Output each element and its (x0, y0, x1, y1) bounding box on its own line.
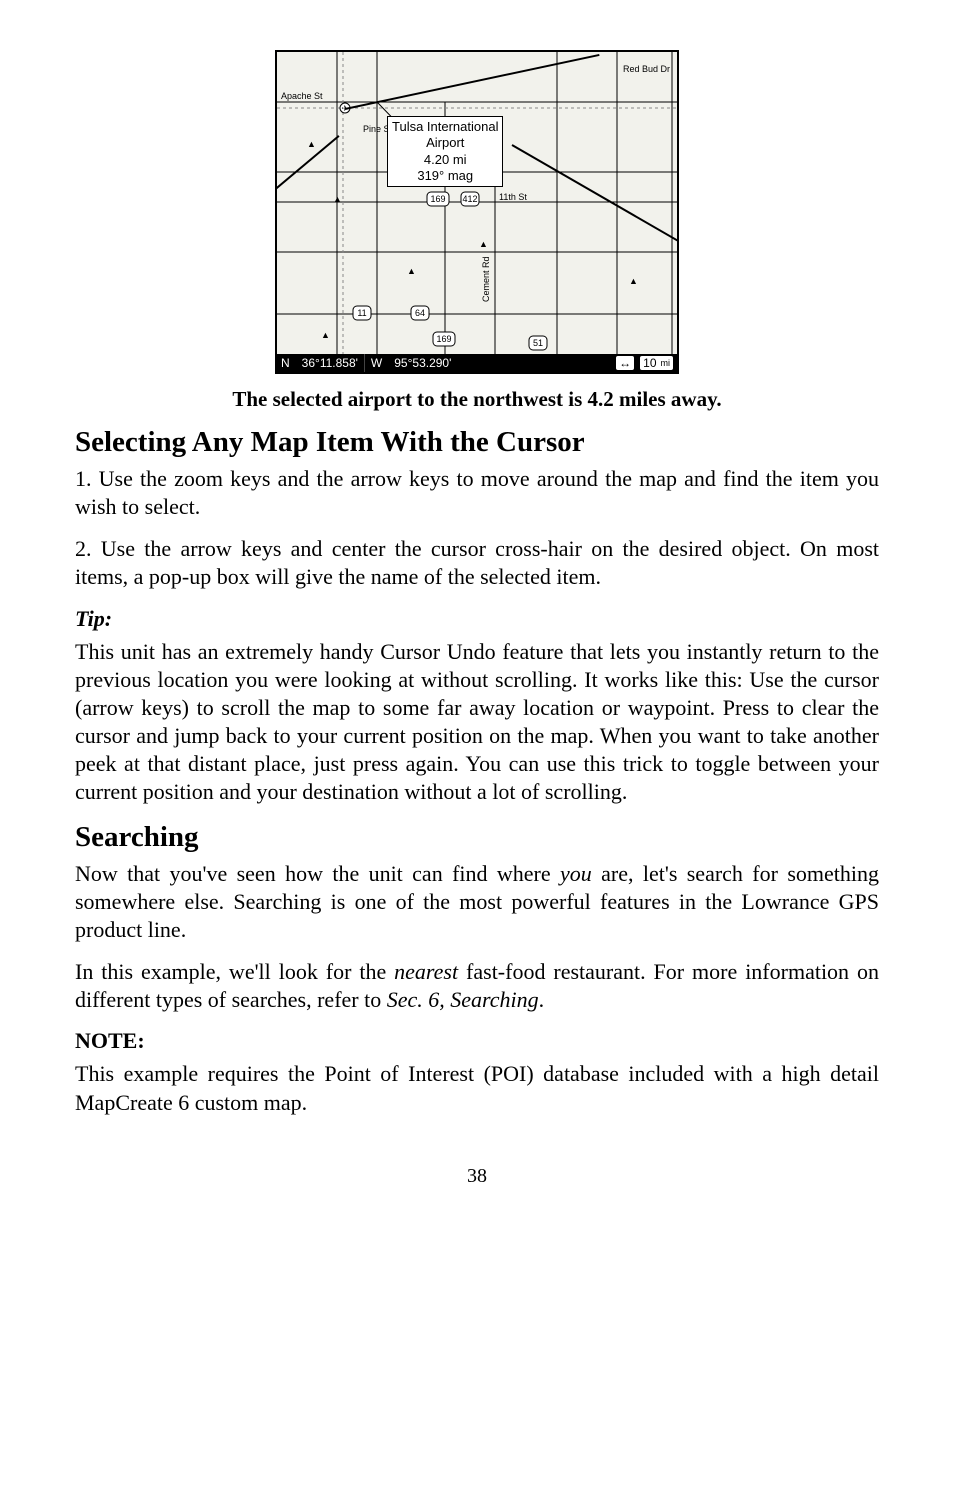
svg-text:169: 169 (430, 194, 445, 204)
figure-container: 169 169 64 11 51 412 Apache St 11th St (75, 50, 879, 379)
searching-para-2: In this example, we'll look for the near… (75, 958, 879, 1014)
svg-text:11th St: 11th St (499, 192, 527, 202)
svg-text:▲: ▲ (333, 194, 342, 204)
svg-text:▲: ▲ (321, 330, 330, 340)
map-screenshot: 169 169 64 11 51 412 Apache St 11th St (275, 50, 679, 374)
map-grid: 169 169 64 11 51 412 Apache St 11th St (277, 52, 677, 372)
latitude-value: 36°11.858' (302, 356, 358, 370)
figure-caption: The selected airport to the northwest is… (75, 387, 879, 412)
pan-arrow-icon: ↔ (616, 356, 634, 370)
lon-hemisphere: W (371, 356, 382, 370)
map-status-bar: N 36°11.858' W 95°53.290' ↔ 10mi (277, 354, 677, 372)
searching-para-1: Now that you've seen how the unit can fi… (75, 860, 879, 944)
step-1-text: 1. Use the zoom keys and the arrow keys … (75, 465, 879, 521)
lat-hemisphere: N (281, 356, 290, 370)
heading-searching: Searching (75, 821, 879, 854)
step-2-text: 2. Use the arrow keys and center the cur… (75, 535, 879, 591)
longitude-value: 95°53.290' (394, 356, 451, 370)
popup-distance: 4.20 mi (392, 152, 498, 168)
svg-text:▲: ▲ (407, 266, 416, 276)
svg-text:64: 64 (415, 308, 425, 318)
map-info-popup: Tulsa International Airport 4.20 mi 319°… (387, 116, 503, 187)
note-body: This example requires the Point of Inter… (75, 1060, 879, 1116)
svg-text:▲: ▲ (629, 276, 638, 286)
svg-text:169: 169 (436, 334, 451, 344)
svg-text:▲: ▲ (307, 139, 316, 149)
svg-text:11: 11 (357, 308, 366, 318)
popup-bearing: 319° mag (392, 168, 498, 184)
tip-label: Tip: (75, 606, 879, 632)
svg-text:412: 412 (462, 194, 477, 204)
popup-title: Tulsa International (392, 119, 498, 135)
tip-body: This unit has an extremely handy Cursor … (75, 638, 879, 807)
document-page: 169 169 64 11 51 412 Apache St 11th St (0, 0, 954, 1228)
svg-text:51: 51 (533, 338, 543, 348)
svg-text:Red Bud Dr: Red Bud Dr (623, 64, 670, 74)
popup-subtitle: Airport (392, 135, 498, 151)
scale-indicator: 10mi (640, 356, 673, 370)
svg-text:Apache St: Apache St (281, 91, 323, 101)
svg-text:▲: ▲ (479, 239, 488, 249)
note-label: NOTE: (75, 1028, 879, 1054)
page-number: 38 (75, 1165, 879, 1188)
svg-text:Cement Rd: Cement Rd (481, 256, 491, 302)
heading-selecting-map-item: Selecting Any Map Item With the Cursor (75, 426, 879, 459)
